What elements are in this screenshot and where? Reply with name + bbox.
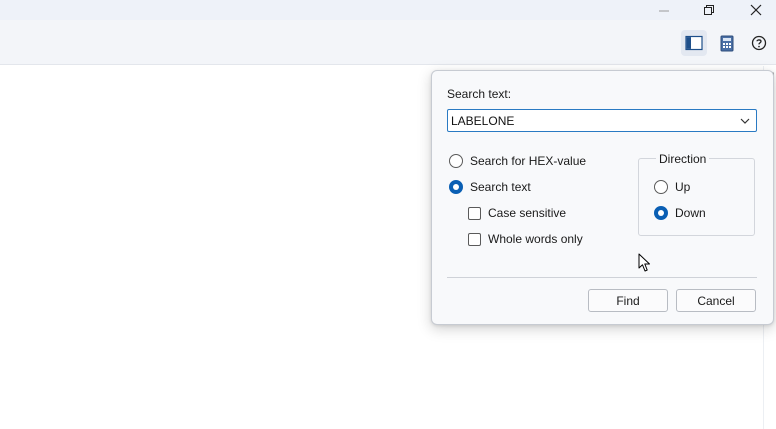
search-hex-radio[interactable] [449, 154, 463, 168]
find-dialog: Search text: Search for HEX-value Search… [431, 70, 774, 325]
whole-words-label: Whole words only [488, 232, 583, 246]
search-text-label: Search text: [447, 87, 512, 101]
restore-button[interactable] [691, 0, 727, 20]
search-hex-option[interactable]: Search for HEX-value [449, 154, 586, 168]
whole-words-checkbox[interactable] [468, 232, 481, 246]
search-hex-label: Search for HEX-value [470, 154, 587, 168]
search-text-option[interactable]: Search text [449, 180, 531, 194]
minimize-button[interactable] [646, 0, 682, 20]
direction-down-label: Down [675, 206, 706, 220]
search-text-option-label: Search text [470, 180, 531, 194]
direction-group [638, 158, 755, 236]
dialog-separator [447, 277, 757, 278]
panel-toggle-button[interactable] [681, 30, 707, 56]
mouse-cursor-icon [638, 253, 650, 272]
restore-icon [704, 5, 714, 15]
direction-up-radio[interactable] [654, 180, 668, 194]
whole-words-option[interactable]: Whole words only [468, 232, 583, 246]
chevron-down-icon [740, 118, 750, 124]
search-text-radio[interactable] [449, 180, 463, 194]
search-text-input[interactable] [448, 110, 736, 131]
case-sensitive-option[interactable]: Case sensitive [468, 206, 566, 220]
case-sensitive-checkbox[interactable] [468, 206, 481, 220]
direction-up-option[interactable]: Up [654, 180, 690, 194]
panel-toggle-icon [685, 35, 703, 51]
minimize-icon [659, 10, 669, 12]
find-button[interactable]: Find [588, 289, 668, 312]
direction-group-title: Direction [656, 152, 710, 166]
search-text-combobox[interactable] [447, 109, 757, 132]
case-sensitive-label: Case sensitive [488, 206, 567, 220]
title-bar [0, 0, 776, 20]
help-button[interactable] [746, 30, 772, 56]
close-window-button[interactable] [738, 0, 774, 20]
close-icon [750, 4, 762, 16]
combobox-dropdown-button[interactable] [736, 110, 754, 131]
calculator-button[interactable] [714, 30, 740, 56]
calculator-icon [720, 35, 734, 51]
direction-down-option[interactable]: Down [654, 206, 706, 220]
direction-down-radio[interactable] [654, 206, 668, 220]
cancel-button[interactable]: Cancel [676, 289, 756, 312]
help-icon [751, 35, 767, 51]
toolbar [0, 20, 776, 65]
direction-up-label: Up [675, 180, 691, 194]
